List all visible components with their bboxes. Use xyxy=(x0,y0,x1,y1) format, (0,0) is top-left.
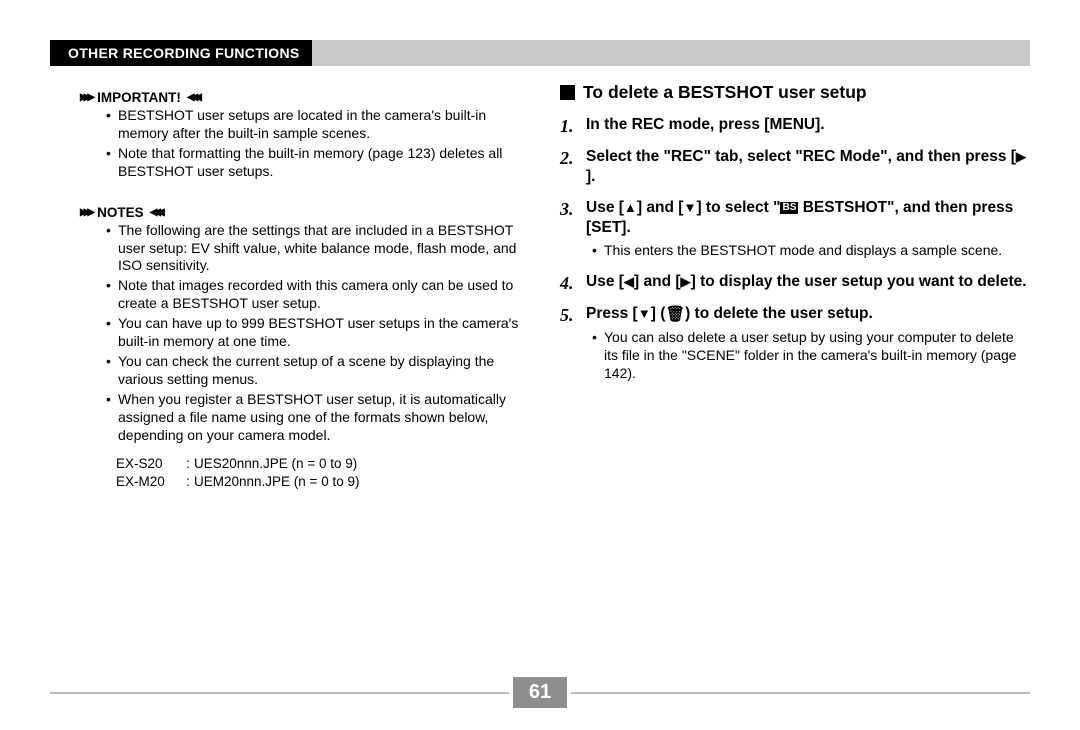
format-pattern: UES20nnn.JPE (n = 0 to 9) xyxy=(194,455,357,473)
left-column: ▶▶▶ IMPORTANT! ◀◀◀ BESTSHOT user setups … xyxy=(50,80,520,491)
format-model: EX-M20 xyxy=(116,473,186,491)
step-sub-list: This enters the BESTSHOT mode and displa… xyxy=(592,242,1030,260)
step-3: 3 Use [▲] and [▼] to select "BS BESTSHOT… xyxy=(560,198,1030,260)
steps-list: 1 In the REC mode, press [MENU]. 2 Selec… xyxy=(560,115,1030,382)
format-row: EX-M20 : UEM20nnn.JPE (n = 0 to 9) xyxy=(116,473,520,491)
important-label: ▶▶▶ IMPORTANT! ◀◀◀ xyxy=(80,90,520,105)
triangle-left-icon: ◀ xyxy=(624,274,634,291)
format-colon: : xyxy=(186,473,194,491)
list-item: The following are the settings that are … xyxy=(106,222,520,276)
triangle-down-icon: ▼ xyxy=(683,200,696,217)
subsection-heading-text: To delete a BESTSHOT user setup xyxy=(583,82,867,103)
notes-list: The following are the settings that are … xyxy=(106,222,520,445)
format-colon: : xyxy=(186,455,194,473)
arrow-right-icon: ▶▶▶ xyxy=(80,92,91,103)
arrow-left-icon: ◀◀◀ xyxy=(187,92,198,103)
step-text-c: ] to select " xyxy=(696,199,780,216)
step-1: 1 In the REC mode, press [MENU]. xyxy=(560,115,1030,135)
step-number: 5 xyxy=(560,304,574,327)
important-text: IMPORTANT! xyxy=(97,90,181,105)
step-text-b: ] and [ xyxy=(634,273,681,290)
step-5: 5 Press [▼] (🗑) to delete the user setup… xyxy=(560,304,1030,383)
notes-text: NOTES xyxy=(97,205,144,220)
step-sub-list: You can also delete a user setup by usin… xyxy=(592,329,1030,383)
step-text-b: ] ( xyxy=(651,305,666,322)
list-item: This enters the BESTSHOT mode and displa… xyxy=(592,242,1030,260)
section-header: OTHER RECORDING FUNCTIONS xyxy=(50,40,1030,66)
format-list: EX-S20 : UES20nnn.JPE (n = 0 to 9) EX-M2… xyxy=(116,455,520,491)
step-number: 2 xyxy=(560,147,574,170)
step-text-a: Press [ xyxy=(586,305,638,322)
step-text-b: ]. xyxy=(586,168,595,185)
bestshot-icon: BS xyxy=(780,202,798,214)
triangle-right-icon: ▶ xyxy=(681,274,691,291)
square-bullet-icon xyxy=(560,85,575,100)
header-gray-bar xyxy=(312,40,1031,66)
step-4: 4 Use [◀] and [▶] to display the user se… xyxy=(560,272,1030,292)
step-2: 2 Select the "REC" tab, select "REC Mode… xyxy=(560,147,1030,187)
step-number: 4 xyxy=(560,272,574,295)
list-item: Note that formatting the built-in memory… xyxy=(106,145,520,181)
step-number: 3 xyxy=(560,198,574,221)
notes-label: ▶▶▶ NOTES ◀◀◀ xyxy=(80,205,520,220)
step-number: 1 xyxy=(560,115,574,138)
triangle-down-icon: ▼ xyxy=(638,306,651,323)
footer-line-left xyxy=(50,692,509,694)
list-item: Note that images recorded with this came… xyxy=(106,277,520,313)
step-text: In the REC mode, press [MENU]. xyxy=(586,116,825,133)
trash-icon: 🗑 xyxy=(665,306,685,323)
step-text-c: ] to display the user setup you want to … xyxy=(691,273,1027,290)
triangle-right-icon: ▶ xyxy=(1016,149,1026,166)
section-title: OTHER RECORDING FUNCTIONS xyxy=(50,40,312,66)
format-row: EX-S20 : UES20nnn.JPE (n = 0 to 9) xyxy=(116,455,520,473)
step-text-a: Select the "REC" tab, select "REC Mode",… xyxy=(586,148,1016,165)
list-item: BESTSHOT user setups are located in the … xyxy=(106,107,520,143)
step-text-b: ] and [ xyxy=(637,199,684,216)
list-item: When you register a BESTSHOT user setup,… xyxy=(106,391,520,445)
arrow-right-icon: ▶▶▶ xyxy=(80,207,91,218)
right-column: To delete a BESTSHOT user setup 1 In the… xyxy=(560,80,1030,491)
footer-line-right xyxy=(571,692,1030,694)
page-footer: 61 xyxy=(50,677,1030,708)
list-item: You can also delete a user setup by usin… xyxy=(592,329,1030,383)
arrow-left-icon: ◀◀◀ xyxy=(150,207,161,218)
list-item: You can have up to 999 BESTSHOT user set… xyxy=(106,315,520,351)
triangle-up-icon: ▲ xyxy=(624,200,637,217)
list-item: You can check the current setup of a sce… xyxy=(106,353,520,389)
important-list: BESTSHOT user setups are located in the … xyxy=(106,107,520,181)
subsection-heading: To delete a BESTSHOT user setup xyxy=(560,82,1030,103)
format-pattern: UEM20nnn.JPE (n = 0 to 9) xyxy=(194,473,359,491)
step-text-a: Use [ xyxy=(586,199,624,216)
step-text-c: ) to delete the user setup. xyxy=(685,305,873,322)
page-number: 61 xyxy=(513,677,567,708)
step-text-a: Use [ xyxy=(586,273,624,290)
format-model: EX-S20 xyxy=(116,455,186,473)
content-columns: ▶▶▶ IMPORTANT! ◀◀◀ BESTSHOT user setups … xyxy=(50,80,1030,491)
